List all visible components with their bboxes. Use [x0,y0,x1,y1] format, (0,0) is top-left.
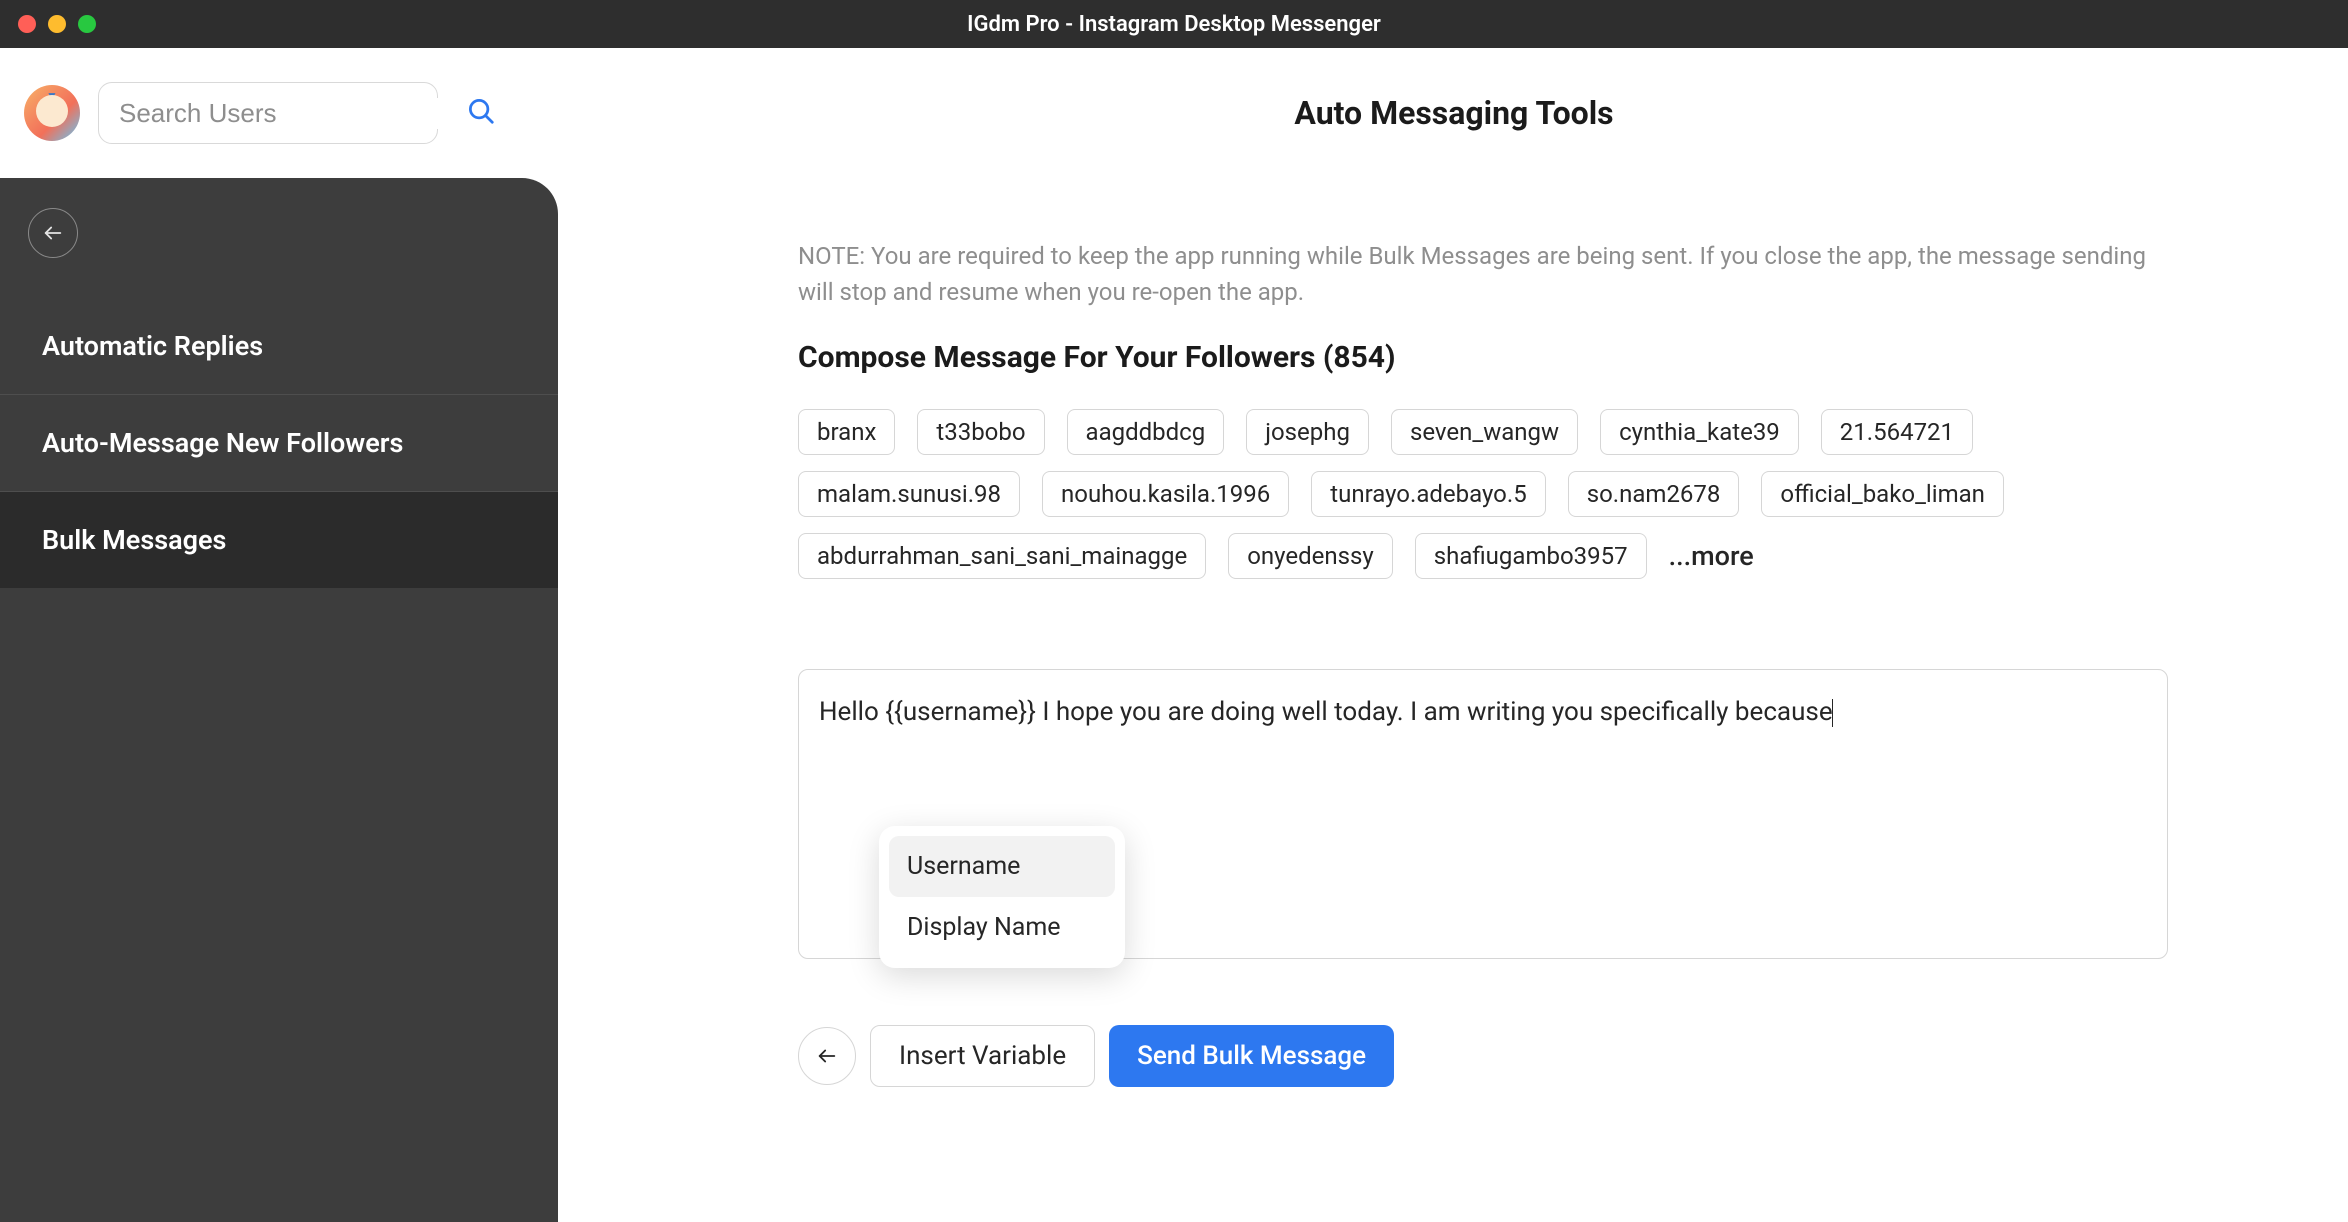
page-title: Auto Messaging Tools [1294,94,1613,132]
window-minimize-button[interactable] [48,15,66,33]
more-followers-link[interactable]: ...more [1669,540,1754,572]
follower-chip[interactable]: onyedenssy [1228,533,1393,579]
follower-chip[interactable]: 21.564721 [1821,409,1973,455]
follower-chip[interactable]: tunrayo.adebayo.5 [1311,471,1545,517]
search-icon [466,96,496,130]
follower-chip[interactable]: nouhou.kasila.1996 [1042,471,1289,517]
note-text: NOTE: You are required to keep the app r… [798,238,2168,310]
avatar[interactable]: ▼ [24,85,80,141]
search-input[interactable] [119,98,454,129]
follower-chips: branx t33bobo aagddbdcg josephg seven_wangw c… [798,409,2168,579]
send-bulk-button[interactable]: Send Bulk Message [1109,1025,1394,1087]
follower-chip[interactable]: t33bobo [917,409,1044,455]
topbar: ▼ Auto Messaging Tools [0,48,2348,178]
follower-chip[interactable]: branx [798,409,895,455]
follower-chip[interactable]: aagddbdcg [1067,409,1225,455]
variable-popup: UsernameDisplay Name [879,826,1125,968]
window-maximize-button[interactable] [78,15,96,33]
sidebar-item-auto-message-new-followers[interactable]: Auto-Message New Followers [0,395,558,492]
action-row: Insert Variable Send Bulk Message [798,1025,2168,1087]
variable-option-username[interactable]: Username [889,836,1115,897]
follower-chip[interactable]: josephg [1246,409,1369,455]
main-content: NOTE: You are required to keep the app r… [558,178,2348,1222]
compose-box[interactable]: Hello {{username}} I hope you are doing … [798,669,2168,959]
text-caret [1832,699,1833,727]
follower-chip[interactable]: abdurrahman_sani_sani_mainagge [798,533,1206,579]
sidebar-item-automatic-replies[interactable]: Automatic Replies [0,298,558,395]
follower-chip[interactable]: cynthia_kate39 [1600,409,1799,455]
sidebar-back-button[interactable] [28,208,78,258]
titlebar: IGdm Pro - Instagram Desktop Messenger [0,0,2348,48]
compose-heading: Compose Message For Your Followers (854) [798,340,2168,375]
insert-variable-button[interactable]: Insert Variable [870,1025,1095,1087]
follower-chip[interactable]: shafiugambo3957 [1415,533,1647,579]
variable-option-display-name[interactable]: Display Name [889,897,1115,958]
sidebar-item-bulk-messages[interactable]: Bulk Messages [0,492,558,588]
search-box[interactable] [98,82,438,144]
follower-chip[interactable]: so.nam2678 [1568,471,1740,517]
window-close-button[interactable] [18,15,36,33]
compose-back-button[interactable] [798,1027,856,1085]
follower-chip[interactable]: seven_wangw [1391,409,1578,455]
follower-chip[interactable]: malam.sunusi.98 [798,471,1020,517]
traffic-lights [18,15,96,33]
sidebar: Automatic RepliesAuto-Message New Follow… [0,178,558,1222]
window-title: IGdm Pro - Instagram Desktop Messenger [967,12,1381,37]
follower-chip[interactable]: official_bako_liman [1761,471,2004,517]
